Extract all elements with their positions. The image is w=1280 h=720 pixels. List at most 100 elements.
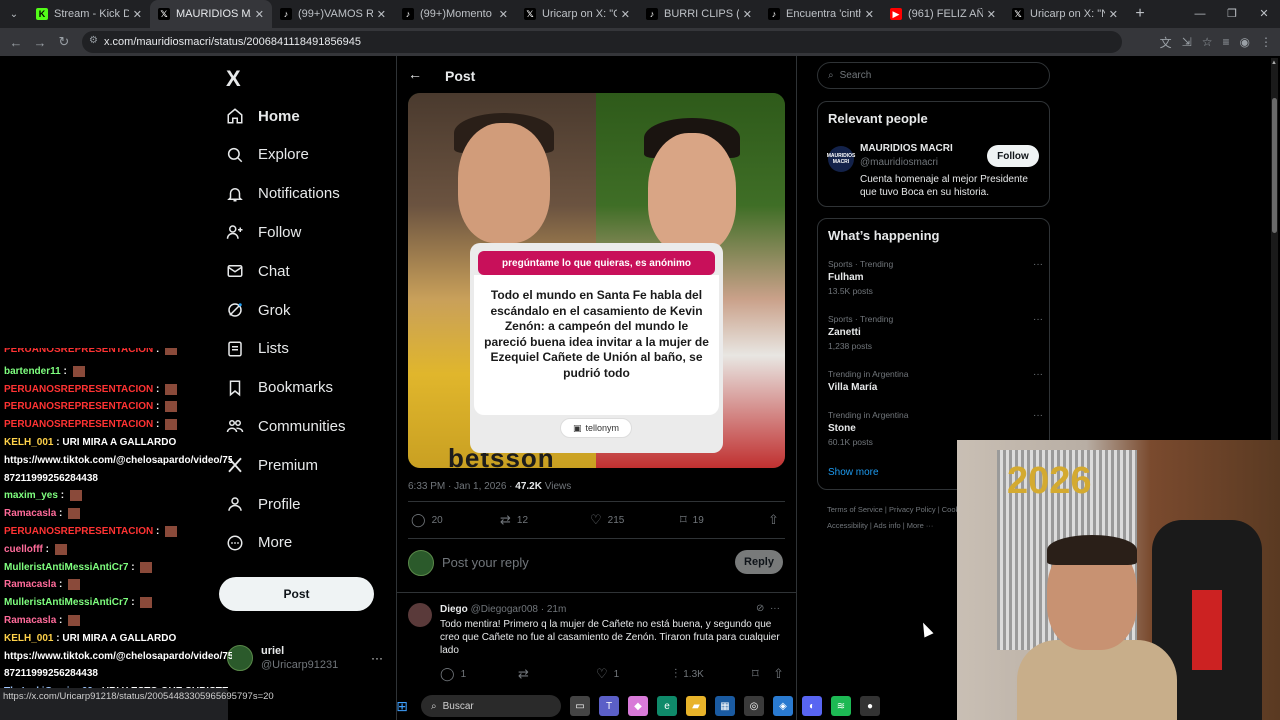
media-icon[interactable]: ≡ [1223, 35, 1230, 49]
store-icon[interactable]: ▦ [715, 696, 735, 716]
more-icon[interactable]: ··· [1033, 369, 1043, 380]
relevant-avatar[interactable]: MAURIDIOS MACRI [827, 146, 855, 172]
browser-tab[interactable]: K Stream - Kick Dashbo ✕ [28, 0, 150, 28]
close-tab-icon[interactable]: ✕ [255, 8, 264, 21]
browser-tab[interactable]: ▶ (961) FELIZ AÑO A TO ✕ [882, 0, 1004, 28]
repost-action[interactable]: ⇄ 12 [500, 512, 528, 528]
comment-views-action[interactable]: ⫶ 1.3K [674, 666, 704, 682]
more-icon[interactable]: ··· [1033, 259, 1043, 270]
follow-button[interactable]: Follow [987, 145, 1039, 167]
more-icon[interactable]: ··· [1033, 410, 1043, 421]
browser-tab[interactable]: 𝕏 Uricarp on X: "Che @ ✕ [516, 0, 638, 28]
close-tab-icon[interactable]: ✕ [1109, 8, 1118, 21]
discord-icon[interactable]: ◐ [802, 696, 822, 716]
close-tab-icon[interactable]: ✕ [987, 8, 996, 21]
task-view-icon[interactable]: ▭ [570, 696, 590, 716]
nav-item-premium[interactable]: Premium [226, 450, 318, 480]
star-icon[interactable]: ☆ [1202, 35, 1213, 49]
trend-item[interactable]: Sports · Trending Zanetti 1,238 posts ··· [828, 314, 1043, 351]
app-icon[interactable]: ◈ [773, 696, 793, 716]
nav-item-communities[interactable]: Communities [226, 411, 346, 441]
nav-item-home[interactable]: Home [226, 101, 300, 131]
nav-item-notifications[interactable]: Notifications [226, 179, 340, 209]
forward-icon[interactable]: → [28, 35, 52, 50]
comment-share-action[interactable]: ⇧ [773, 666, 790, 682]
reload-icon[interactable]: ↻ [52, 34, 76, 50]
nav-item-chat[interactable]: Chat [226, 256, 290, 286]
like-action[interactable]: ♡ 215 [590, 512, 624, 528]
obs-icon[interactable]: ● [860, 696, 880, 716]
trend-item[interactable]: Trending in Argentina Villa María ··· [828, 369, 1043, 396]
close-window-icon[interactable]: ✕ [1248, 0, 1280, 28]
bookmark-action[interactable]: ⌑ 19 [680, 512, 704, 528]
trend-item[interactable]: Sports · Trending Fulham 13.5K posts ··· [828, 259, 1043, 296]
x-logo[interactable]: X [226, 66, 241, 92]
edge-icon[interactable]: e [657, 696, 677, 716]
browser-tab[interactable]: 𝕏 MAURIDIOS MACRI o ✕ [150, 0, 272, 28]
nav-item-grok[interactable]: Grok [226, 295, 291, 325]
comment-bookmark-action[interactable]: ⌑ [752, 666, 765, 682]
restore-icon[interactable]: ❐ [1216, 0, 1248, 28]
new-tab-button[interactable]: + [1126, 5, 1154, 23]
windows-start-icon[interactable]: ⊞ [392, 696, 412, 716]
scroll-up-icon[interactable]: ▲ [1271, 60, 1277, 66]
close-tab-icon[interactable]: ✕ [621, 8, 630, 21]
footer-links[interactable]: Terms of Service | Privacy Policy | Cook… [827, 505, 965, 514]
share-action[interactable]: ⇧ [768, 512, 785, 528]
install-icon[interactable]: ⇲ [1182, 35, 1192, 49]
nav-item-bookmarks[interactable]: Bookmarks [226, 373, 333, 403]
teams-icon[interactable]: T [599, 696, 619, 716]
comment-author[interactable]: Diego [440, 604, 468, 615]
reply-action[interactable]: ◯ 20 [411, 512, 443, 528]
reply-input[interactable]: Post your reply [442, 555, 529, 570]
nav-item-profile[interactable]: Profile [226, 489, 301, 519]
comment-reply-action[interactable]: ◯ 1 [440, 666, 466, 682]
nav-item-lists[interactable]: Lists [226, 334, 289, 364]
account-switcher[interactable]: uriel @Uricarp91231 ··· [227, 643, 387, 675]
close-tab-icon[interactable]: ✕ [377, 8, 386, 21]
nav-item-label: Follow [258, 223, 302, 241]
file-explorer-icon[interactable]: ▰ [686, 696, 706, 716]
browser-tab[interactable]: ♪ Encuentra 'cinthia fer ✕ [760, 0, 882, 28]
show-more-link[interactable]: Show more [828, 467, 879, 478]
more-icon[interactable]: ··· [770, 603, 780, 614]
browser-tab[interactable]: 𝕏 Uricarp on X: "Nunca ✕ [1004, 0, 1126, 28]
tab-search-icon[interactable]: ⌄ [0, 0, 28, 28]
nav-item-follow[interactable]: Follow [226, 217, 301, 247]
post-image[interactable]: betsson pregúntame lo que quieras, es an… [408, 93, 785, 468]
scrollbar-thumb[interactable] [1272, 98, 1277, 233]
post-button[interactable]: Post [219, 577, 374, 611]
relevant-name[interactable]: MAURIDIOS MACRI [860, 143, 953, 154]
reply-button[interactable]: Reply [735, 550, 783, 574]
profile-icon[interactable]: ◉ [1240, 35, 1250, 49]
browser-tab[interactable]: ♪ (99+)Momento de F ✕ [394, 0, 516, 28]
spotify-icon[interactable]: ≋ [831, 696, 851, 716]
back-icon[interactable]: ← [4, 35, 28, 50]
menu-icon[interactable]: ⋮ [1260, 35, 1272, 49]
close-tab-icon[interactable]: ✕ [133, 8, 142, 21]
browser-tab[interactable]: ♪ (99+)VAMOS RIVER ✕ [272, 0, 394, 28]
translate-icon[interactable]: 文 [1160, 34, 1172, 51]
comment-repost-action[interactable]: ⇄ [518, 666, 535, 682]
close-tab-icon[interactable]: ✕ [865, 8, 874, 21]
more-icon[interactable]: ··· [1033, 314, 1043, 325]
site-info-icon[interactable]: ⚙ [89, 35, 98, 46]
comment-avatar[interactable] [408, 603, 432, 627]
copilot-icon[interactable]: ◆ [628, 696, 648, 716]
taskbar-search[interactable]: ⌕ Buscar [421, 695, 561, 717]
footer-links[interactable]: Accessibility | Ads info | More ··· [827, 521, 933, 530]
grok-icon[interactable]: ⊘ [756, 603, 764, 614]
close-tab-icon[interactable]: ✕ [499, 8, 508, 21]
comment-like-action[interactable]: ♡ 1 [596, 666, 619, 682]
minimize-icon[interactable]: — [1184, 0, 1216, 28]
browser-tab[interactable]: ♪ BURRI CLIPS (@burr ✕ [638, 0, 760, 28]
post-time[interactable]: 6:33 PM · Jan 1, 2026 · [408, 481, 515, 492]
nav-item-more[interactable]: More [226, 528, 292, 558]
nav-item-explore[interactable]: Explore [226, 140, 309, 170]
search-input[interactable]: ⌕ Search [817, 62, 1050, 89]
address-bar[interactable]: ⚙ x.com/mauridiosmacri/status/2006841118… [82, 31, 1122, 53]
close-tab-icon[interactable]: ✕ [743, 8, 752, 21]
more-icon[interactable]: ··· [371, 651, 383, 665]
chrome-icon[interactable]: ◎ [744, 696, 764, 716]
back-arrow-icon[interactable]: ← [408, 66, 422, 82]
